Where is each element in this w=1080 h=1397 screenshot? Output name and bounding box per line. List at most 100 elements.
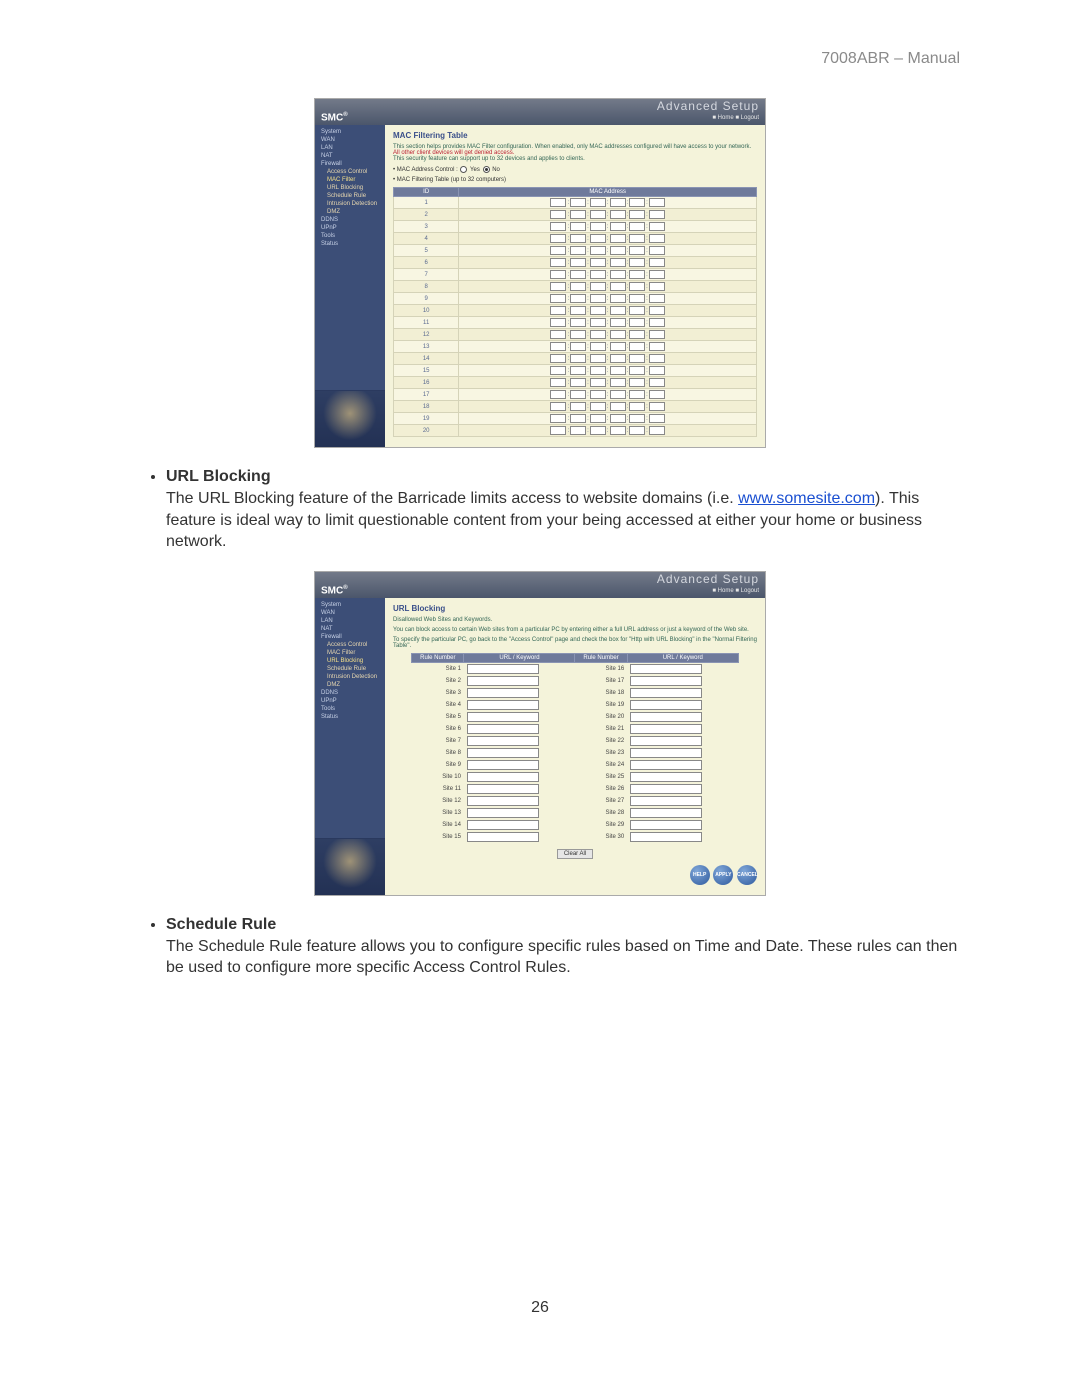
mac-octet-input[interactable]	[570, 258, 586, 267]
mac-octet-input[interactable]	[570, 402, 586, 411]
mac-octet-input[interactable]	[590, 426, 606, 435]
sidebar-item[interactable]: MAC Filter	[317, 176, 383, 184]
url-keyword-input[interactable]	[467, 676, 539, 686]
mac-octet-input[interactable]	[570, 366, 586, 375]
mac-octet-input[interactable]	[649, 210, 665, 219]
mac-octet-input[interactable]	[649, 402, 665, 411]
mac-octet-input[interactable]	[610, 246, 626, 255]
url-keyword-input[interactable]	[630, 748, 702, 758]
sidebar-item[interactable]: Tools	[317, 705, 383, 713]
mac-octet-input[interactable]	[590, 366, 606, 375]
url-keyword-input[interactable]	[630, 736, 702, 746]
mac-octet-input[interactable]	[570, 294, 586, 303]
mac-octet-input[interactable]	[649, 270, 665, 279]
apply-button[interactable]: APPLY	[713, 865, 733, 885]
mac-octet-input[interactable]	[550, 330, 566, 339]
mac-octet-input[interactable]	[590, 246, 606, 255]
mac-octet-input[interactable]	[590, 198, 606, 207]
mac-octet-input[interactable]	[649, 282, 665, 291]
mac-octet-input[interactable]	[550, 306, 566, 315]
mac-octet-input[interactable]	[629, 198, 645, 207]
sidebar-item[interactable]: Intrusion Detection	[317, 200, 383, 208]
mac-octet-input[interactable]	[550, 210, 566, 219]
mac-octet-input[interactable]	[590, 294, 606, 303]
url-keyword-input[interactable]	[467, 700, 539, 710]
mac-octet-input[interactable]	[629, 366, 645, 375]
sidebar-item[interactable]: UPnP	[317, 224, 383, 232]
sidebar-item[interactable]: Status	[317, 240, 383, 248]
mac-octet-input[interactable]	[610, 294, 626, 303]
mac-octet-input[interactable]	[610, 282, 626, 291]
mac-octet-input[interactable]	[629, 270, 645, 279]
mac-octet-input[interactable]	[550, 378, 566, 387]
mac-octet-input[interactable]	[610, 390, 626, 399]
mac-octet-input[interactable]	[649, 246, 665, 255]
url-keyword-input[interactable]	[467, 664, 539, 674]
mac-octet-input[interactable]	[570, 234, 586, 243]
sidebar-item[interactable]: Tools	[317, 232, 383, 240]
mac-octet-input[interactable]	[550, 294, 566, 303]
mac-octet-input[interactable]	[570, 414, 586, 423]
mac-octet-input[interactable]	[550, 354, 566, 363]
mac-octet-input[interactable]	[610, 426, 626, 435]
mac-octet-input[interactable]	[570, 354, 586, 363]
sidebar-item[interactable]: WAN	[317, 136, 383, 144]
help-button[interactable]: HELP	[690, 865, 710, 885]
mac-octet-input[interactable]	[590, 258, 606, 267]
url-keyword-input[interactable]	[630, 820, 702, 830]
mac-octet-input[interactable]	[629, 210, 645, 219]
mac-octet-input[interactable]	[570, 222, 586, 231]
url-keyword-input[interactable]	[467, 832, 539, 842]
mac-octet-input[interactable]	[649, 318, 665, 327]
sidebar-item[interactable]: UPnP	[317, 697, 383, 705]
mac-octet-input[interactable]	[610, 366, 626, 375]
mac-octet-input[interactable]	[550, 414, 566, 423]
mac-octet-input[interactable]	[610, 198, 626, 207]
mac-octet-input[interactable]	[629, 222, 645, 231]
sidebar-item[interactable]: URL Blocking	[317, 184, 383, 192]
clear-all-button[interactable]: Clear All	[557, 849, 593, 859]
sidebar-item[interactable]: NAT	[317, 152, 383, 160]
url-keyword-input[interactable]	[630, 808, 702, 818]
mac-octet-input[interactable]	[550, 246, 566, 255]
mac-octet-input[interactable]	[610, 354, 626, 363]
mac-octet-input[interactable]	[610, 330, 626, 339]
sidebar-item[interactable]: Access Control	[317, 168, 383, 176]
mac-octet-input[interactable]	[610, 378, 626, 387]
url-keyword-input[interactable]	[630, 772, 702, 782]
mac-octet-input[interactable]	[610, 318, 626, 327]
mac-octet-input[interactable]	[590, 402, 606, 411]
mac-octet-input[interactable]	[550, 222, 566, 231]
mac-octet-input[interactable]	[590, 378, 606, 387]
mac-octet-input[interactable]	[590, 330, 606, 339]
url-keyword-input[interactable]	[467, 712, 539, 722]
mac-octet-input[interactable]	[629, 342, 645, 351]
mac-octet-input[interactable]	[610, 234, 626, 243]
example-link[interactable]: www.somesite.com	[738, 490, 875, 507]
cancel-button[interactable]: CANCEL	[737, 865, 757, 885]
sidebar-item[interactable]: Intrusion Detection	[317, 673, 383, 681]
mac-octet-input[interactable]	[550, 318, 566, 327]
mac-octet-input[interactable]	[649, 378, 665, 387]
mac-octet-input[interactable]	[610, 258, 626, 267]
mac-octet-input[interactable]	[570, 342, 586, 351]
mac-octet-input[interactable]	[629, 246, 645, 255]
url-keyword-input[interactable]	[467, 724, 539, 734]
sidebar-item[interactable]: DMZ	[317, 208, 383, 216]
url-keyword-input[interactable]	[630, 832, 702, 842]
sidebar-item[interactable]: MAC Filter	[317, 649, 383, 657]
mac-octet-input[interactable]	[550, 402, 566, 411]
mac-octet-input[interactable]	[590, 210, 606, 219]
mac-octet-input[interactable]	[629, 234, 645, 243]
mac-octet-input[interactable]	[590, 234, 606, 243]
mac-octet-input[interactable]	[550, 258, 566, 267]
url-keyword-input[interactable]	[630, 700, 702, 710]
mac-octet-input[interactable]	[629, 282, 645, 291]
url-keyword-input[interactable]	[467, 688, 539, 698]
mac-octet-input[interactable]	[570, 330, 586, 339]
mac-octet-input[interactable]	[649, 222, 665, 231]
url-keyword-input[interactable]	[467, 760, 539, 770]
sidebar-item[interactable]: System	[317, 128, 383, 136]
mac-octet-input[interactable]	[570, 198, 586, 207]
mac-octet-input[interactable]	[649, 330, 665, 339]
